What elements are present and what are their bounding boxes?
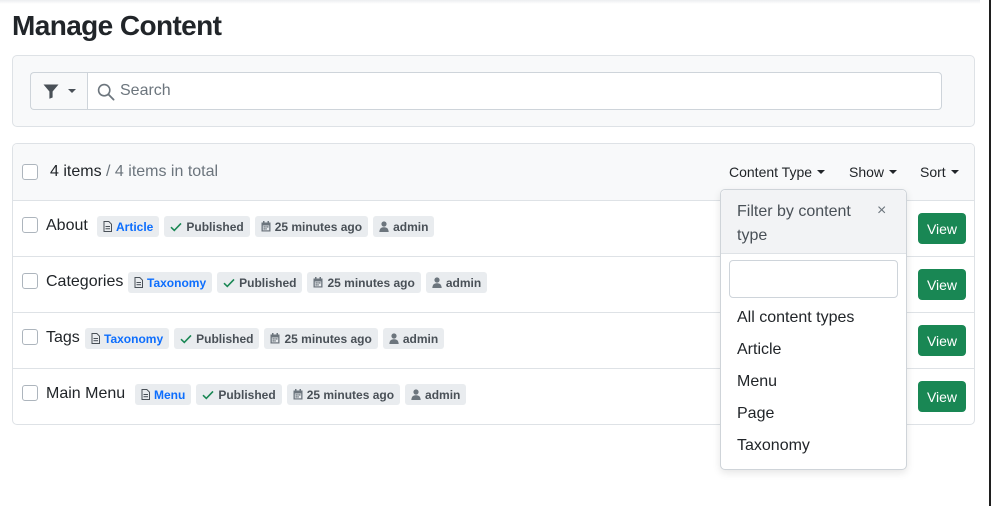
search-input[interactable]: [120, 75, 920, 107]
filter-option-page[interactable]: Page: [737, 405, 774, 423]
content-type-badge: Menu: [135, 384, 192, 405]
check-icon: [180, 334, 192, 344]
item-count: 4 items / 4 items in total: [50, 163, 218, 181]
status-label: Published: [239, 275, 297, 290]
search-icon: [97, 83, 115, 101]
content-type-label: Content Type: [729, 164, 813, 180]
filter-option-taxonomy[interactable]: Taxonomy: [737, 437, 810, 455]
check-icon: [223, 278, 235, 288]
file-icon: [141, 389, 150, 400]
author-label: admin: [425, 387, 461, 402]
filter-dropdown-button[interactable]: [30, 72, 87, 110]
page-title: Manage Content: [12, 10, 222, 41]
check-icon: [202, 390, 214, 400]
search-card: [12, 55, 975, 127]
content-type-badge: Taxonomy: [85, 328, 170, 349]
user-icon: [432, 277, 442, 288]
sort-label: Sort: [920, 164, 946, 180]
filter-menu-title: Filter by content type: [737, 203, 851, 244]
status-badge: Published: [164, 216, 250, 237]
check-icon: [170, 222, 182, 232]
row-checkbox[interactable]: [22, 329, 38, 345]
row-checkbox[interactable]: [22, 385, 38, 401]
status-badge: Published: [217, 272, 303, 293]
caret-down-icon: [817, 170, 826, 174]
date-badge: 25 minutes ago: [254, 216, 369, 237]
select-all-checkbox[interactable]: [22, 164, 38, 180]
status-label: Published: [186, 219, 244, 234]
content-type-dropdown[interactable]: Content Type: [729, 164, 826, 180]
search-box[interactable]: [87, 72, 942, 110]
calendar-icon: [313, 277, 323, 288]
filter-option-article[interactable]: Article: [737, 341, 781, 359]
top-shadow: [0, 0, 980, 4]
row-checkbox[interactable]: [22, 217, 38, 233]
status-label: Published: [218, 387, 276, 402]
content-type-badge: Taxonomy: [128, 272, 213, 293]
author-label: admin: [402, 331, 439, 346]
view-button[interactable]: View: [918, 269, 966, 300]
date-label: 25 minutes ago: [327, 275, 415, 290]
calendar-icon: [270, 333, 280, 344]
user-icon: [411, 389, 421, 400]
row-title[interactable]: Main Menu: [46, 385, 125, 403]
status-badge: Published: [174, 328, 260, 349]
view-button[interactable]: View: [918, 381, 966, 412]
file-icon: [134, 277, 143, 288]
view-button[interactable]: View: [918, 325, 966, 356]
author-label: admin: [445, 275, 482, 290]
show-label: Show: [849, 164, 885, 180]
content-type-label: Taxonomy: [104, 331, 164, 346]
filter-menu-header: Filter by content type ×: [721, 190, 906, 254]
user-icon: [379, 221, 389, 232]
row-title[interactable]: About: [46, 217, 88, 235]
caret-down-icon: [950, 170, 959, 174]
date-badge: 25 minutes ago: [307, 272, 421, 293]
date-badge: 25 minutes ago: [286, 384, 401, 405]
date-label: 25 minutes ago: [306, 387, 395, 402]
author-label: admin: [393, 219, 429, 234]
row-title[interactable]: Tags: [46, 329, 80, 347]
content-type-badge: Article: [97, 216, 160, 237]
filter-option-menu[interactable]: Menu: [737, 373, 777, 391]
content-type-filter-input[interactable]: [729, 260, 898, 298]
date-label: 25 minutes ago: [284, 331, 372, 346]
chevron-down-icon: [67, 89, 76, 93]
file-icon: [103, 221, 112, 232]
item-total-label: / 4 items in total: [101, 163, 219, 180]
calendar-icon: [293, 389, 303, 400]
close-icon[interactable]: ×: [877, 202, 886, 220]
author-badge: admin: [382, 328, 445, 349]
filter-option-all[interactable]: All content types: [737, 309, 854, 327]
content-type-label: Menu: [154, 387, 186, 402]
show-dropdown[interactable]: Show: [849, 164, 898, 180]
file-icon: [91, 333, 100, 344]
row-badges: Menu Published 25 minutes ago admin: [135, 384, 467, 405]
row-checkbox[interactable]: [22, 273, 38, 289]
sort-dropdown[interactable]: Sort: [920, 164, 959, 180]
date-badge: 25 minutes ago: [264, 328, 378, 349]
caret-down-icon: [889, 170, 898, 174]
user-icon: [389, 333, 399, 344]
row-badges: Taxonomy Published 25 minutes ago admin: [128, 272, 488, 293]
status-label: Published: [196, 331, 254, 346]
row-badges: Article Published 25 minutes ago admin: [97, 216, 435, 237]
date-label: 25 minutes ago: [274, 219, 363, 234]
content-type-filter-menu: Filter by content type × All content typ…: [720, 189, 907, 470]
item-count-label: 4 items: [50, 163, 102, 180]
status-badge: Published: [196, 384, 282, 405]
author-badge: admin: [373, 216, 435, 237]
author-badge: admin: [425, 272, 488, 293]
content-type-label: Article: [116, 219, 154, 234]
view-button[interactable]: View: [918, 213, 966, 244]
filter-icon: [43, 84, 58, 99]
content-type-label: Taxonomy: [147, 275, 207, 290]
calendar-icon: [261, 221, 271, 232]
author-badge: admin: [405, 384, 467, 405]
row-title[interactable]: Categories: [46, 273, 123, 291]
row-badges: Taxonomy Published 25 minutes ago admin: [85, 328, 445, 349]
